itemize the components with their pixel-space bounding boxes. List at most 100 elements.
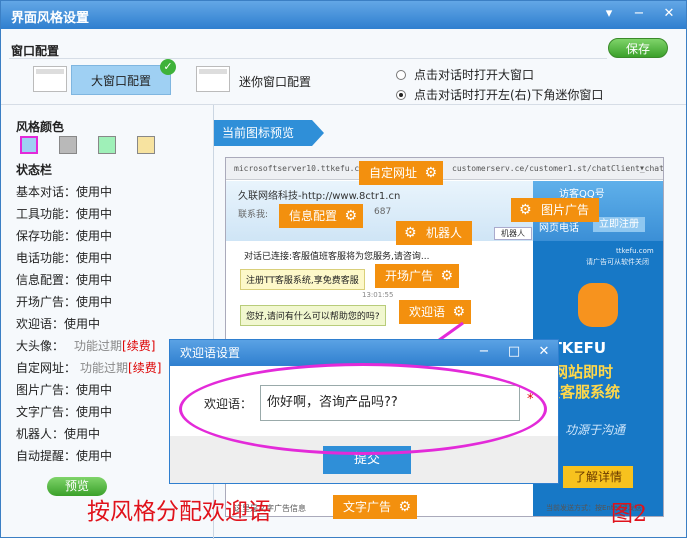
dialog-close-button[interactable]: ✕ [533,342,555,362]
ttkefu-small: ttkefu.com [616,247,654,255]
color-swatch-yellow[interactable] [137,136,155,154]
company-name: 久联网络科技-http://www.8ctr1.cn [238,191,401,202]
divider [1,104,686,105]
status-value: 使用中 [64,317,101,331]
status-value: 功能过期 [74,339,123,353]
large-window-thumbnail-icon[interactable] [33,66,67,92]
radio-open-large[interactable]: 点击对话时打开大窗口 [396,66,534,83]
gear-icon[interactable]: ⚙ [398,495,411,519]
status-value: 使用中 [76,295,113,309]
text-ad-tag[interactable]: 文字广告 ⚙ [333,495,418,519]
settings-window: 界面风格设置 ▾ − ✕ 窗口配置 保存 大窗口配置 ✓ 迷你窗口配置 点击对话… [0,0,687,539]
connect-message: 对话已连接:客服值班客服将为您服务,请咨询... [244,252,430,262]
dialog-maximize-button[interactable]: □ [503,342,525,362]
greeting-bubble: 您好,请问有什么可以帮助您的吗? [240,305,386,326]
url-text: microsoftserver10.ttkefu.com/ [234,164,374,173]
gear-icon[interactable]: ⚙ [344,204,357,228]
figure-label: 图2 [611,502,647,527]
status-item: 自定网址： 功能过期[续费] [16,359,161,376]
caption: 按风格分配欢迎语 [87,499,271,525]
status-item: 信息配置：使用中 [16,271,112,288]
renew-link[interactable]: [续费] [122,339,155,353]
tag-label: 信息配置 [289,209,338,223]
ad-close-hint: 请广告可从软件关闭 [586,258,649,266]
large-window-option[interactable]: 大窗口配置 [71,65,171,95]
info-config-tag[interactable]: 信息配置 ⚙ [279,204,364,228]
status-item: 电话功能：使用中 [16,249,112,266]
status-value: 功能过期 [80,361,129,375]
color-swatch-gray[interactable] [59,136,77,154]
status-item: 图片广告：使用中 [16,381,112,398]
status-name: 图片广告： [16,383,77,397]
status-name: 欢迎语： [16,317,65,331]
gear-icon[interactable]: ⚙ [424,161,437,185]
contact-phone: 687 [374,207,392,217]
status-name: 自动提醒： [16,449,77,463]
status-item: 保存功能：使用中 [16,227,112,244]
status-item: 大头像： 功能过期[续费] [16,337,155,354]
status-value: 使用中 [76,229,113,243]
tag-label: 开场广告 [385,269,434,283]
dialog-minimize-button[interactable]: − [473,342,495,362]
status-item: 文字广告：使用中 [16,403,112,420]
mini-window-option[interactable]: 迷你窗口配置 [239,73,311,90]
image-ad-tag[interactable]: ⚙ 图片广告 [511,198,600,222]
tag-label: 欢迎语 [409,305,446,319]
robot-mini-button[interactable]: 机器人 [494,227,532,240]
radio-checked-icon[interactable] [396,90,406,100]
status-name: 工具功能： [16,207,77,221]
status-item: 工具功能：使用中 [16,205,112,222]
status-name: 基本对话： [16,185,77,199]
save-button[interactable]: 保存 [608,38,668,58]
check-icon: ✓ [160,59,176,75]
custom-url-tag[interactable]: 自定网址 ⚙ [359,161,444,185]
status-value: 使用中 [76,383,113,397]
window-config-label: 窗口配置 [11,44,60,58]
tag-label: 机器人 [426,226,463,240]
close-button[interactable]: ✕ [659,5,679,23]
status-name: 开场广告： [16,295,77,309]
status-name: 电话功能： [16,251,77,265]
slogan-line-3: 功源于沟通 [565,423,626,437]
status-value: 使用中 [76,251,113,265]
status-bar-label: 状态栏 [16,163,53,177]
color-swatch-blue[interactable] [20,136,38,154]
renew-link[interactable]: [续费] [128,361,161,375]
status-value: 使用中 [76,449,113,463]
ad-bubble: 注册TT客服系统,享免费客服 [240,269,365,290]
learn-more-button[interactable]: 了解详情 [563,466,633,488]
opening-ad-tag[interactable]: 开场广告 ⚙ [375,264,460,288]
status-item: 开场广告：使用中 [16,293,112,310]
status-item: 自动提醒：使用中 [16,447,112,464]
radio-icon[interactable] [396,70,406,80]
preview-ribbon: 当前图标预览 [214,120,324,146]
title-bar: 界面风格设置 ▾ − ✕ [1,1,686,29]
status-value: 使用中 [76,273,113,287]
gear-icon[interactable]: ⚙ [440,264,453,288]
url-text-right: customerserv.ce/customer1.st/chatClient_… [452,164,664,173]
divider [9,58,607,59]
color-swatch-green[interactable] [98,136,116,154]
slogan-line-1: 网站即时 [553,363,614,381]
menu-dropdown-button[interactable]: ▾ [599,5,619,23]
status-name: 机器人： [16,427,65,441]
highlight-ellipse [179,363,547,455]
radio-open-mini[interactable]: 点击对话时打开左(右)下角迷你窗口 [396,86,603,103]
status-name: 文字广告： [16,405,77,419]
status-item: 欢迎语：使用中 [16,315,100,332]
register-button[interactable]: 立即注册 [593,217,645,232]
tag-label: 图片广告 [541,203,590,217]
timestamp: 13:01:55 [362,291,394,299]
gear-icon[interactable]: ⚙ [404,221,417,245]
dropdown-icon: ▾ [639,163,646,174]
dialog-title: 欢迎语设置 [180,346,241,360]
minimize-button[interactable]: − [629,5,649,23]
gear-icon[interactable]: ⚙ [519,198,532,222]
status-value: 使用中 [76,405,113,419]
mini-window-thumbnail-icon[interactable] [196,66,230,92]
radio-label: 点击对话时打开左(右)下角迷你窗口 [414,88,604,102]
status-name: 信息配置： [16,273,77,287]
status-name: 保存功能： [16,229,77,243]
robot-tag[interactable]: ⚙ 机器人 [396,221,473,245]
radio-label: 点击对话时打开大窗口 [414,68,535,82]
